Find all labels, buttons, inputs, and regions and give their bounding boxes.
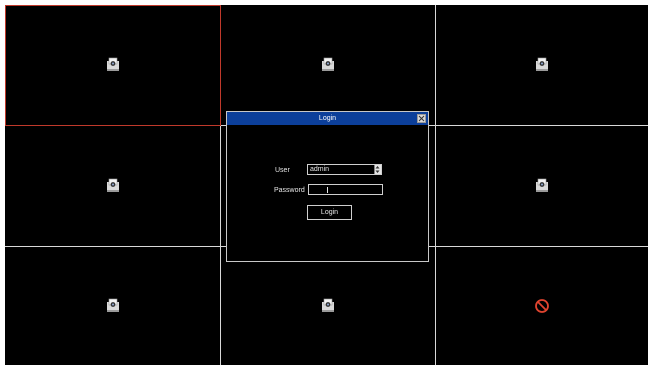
user-label: User <box>275 167 290 174</box>
camera-cell-8[interactable] <box>221 247 435 365</box>
login-dialog: Login User admin Password Login <box>226 111 429 262</box>
camera-icon <box>536 57 548 71</box>
password-input[interactable] <box>308 184 383 195</box>
no-signal-icon <box>535 299 549 313</box>
close-button[interactable] <box>417 114 426 123</box>
close-icon <box>418 115 425 122</box>
select-arrow-icon[interactable] <box>374 165 381 174</box>
camera-icon <box>536 178 548 192</box>
camera-cell-3[interactable] <box>436 5 648 125</box>
user-select[interactable]: admin <box>307 164 382 175</box>
dialog-title: Login <box>318 115 337 122</box>
camera-cell-6[interactable] <box>436 126 648 246</box>
password-label: Password <box>274 187 305 194</box>
camera-icon <box>106 178 119 192</box>
text-cursor <box>327 187 328 193</box>
camera-icon <box>106 57 119 71</box>
grid-divider <box>435 5 436 365</box>
camera-icon <box>106 298 119 312</box>
camera-cell-2[interactable] <box>221 5 435 125</box>
camera-cell-1[interactable] <box>5 5 220 125</box>
camera-cell-4[interactable] <box>5 126 220 246</box>
dialog-title-bar: Login <box>227 112 428 125</box>
camera-icon <box>322 298 334 312</box>
camera-icon <box>322 57 334 71</box>
login-button[interactable]: Login <box>307 205 352 220</box>
user-value: admin <box>310 166 330 173</box>
camera-cell-7[interactable] <box>5 247 220 365</box>
camera-cell-9[interactable] <box>436 247 648 365</box>
grid-divider <box>220 5 221 365</box>
